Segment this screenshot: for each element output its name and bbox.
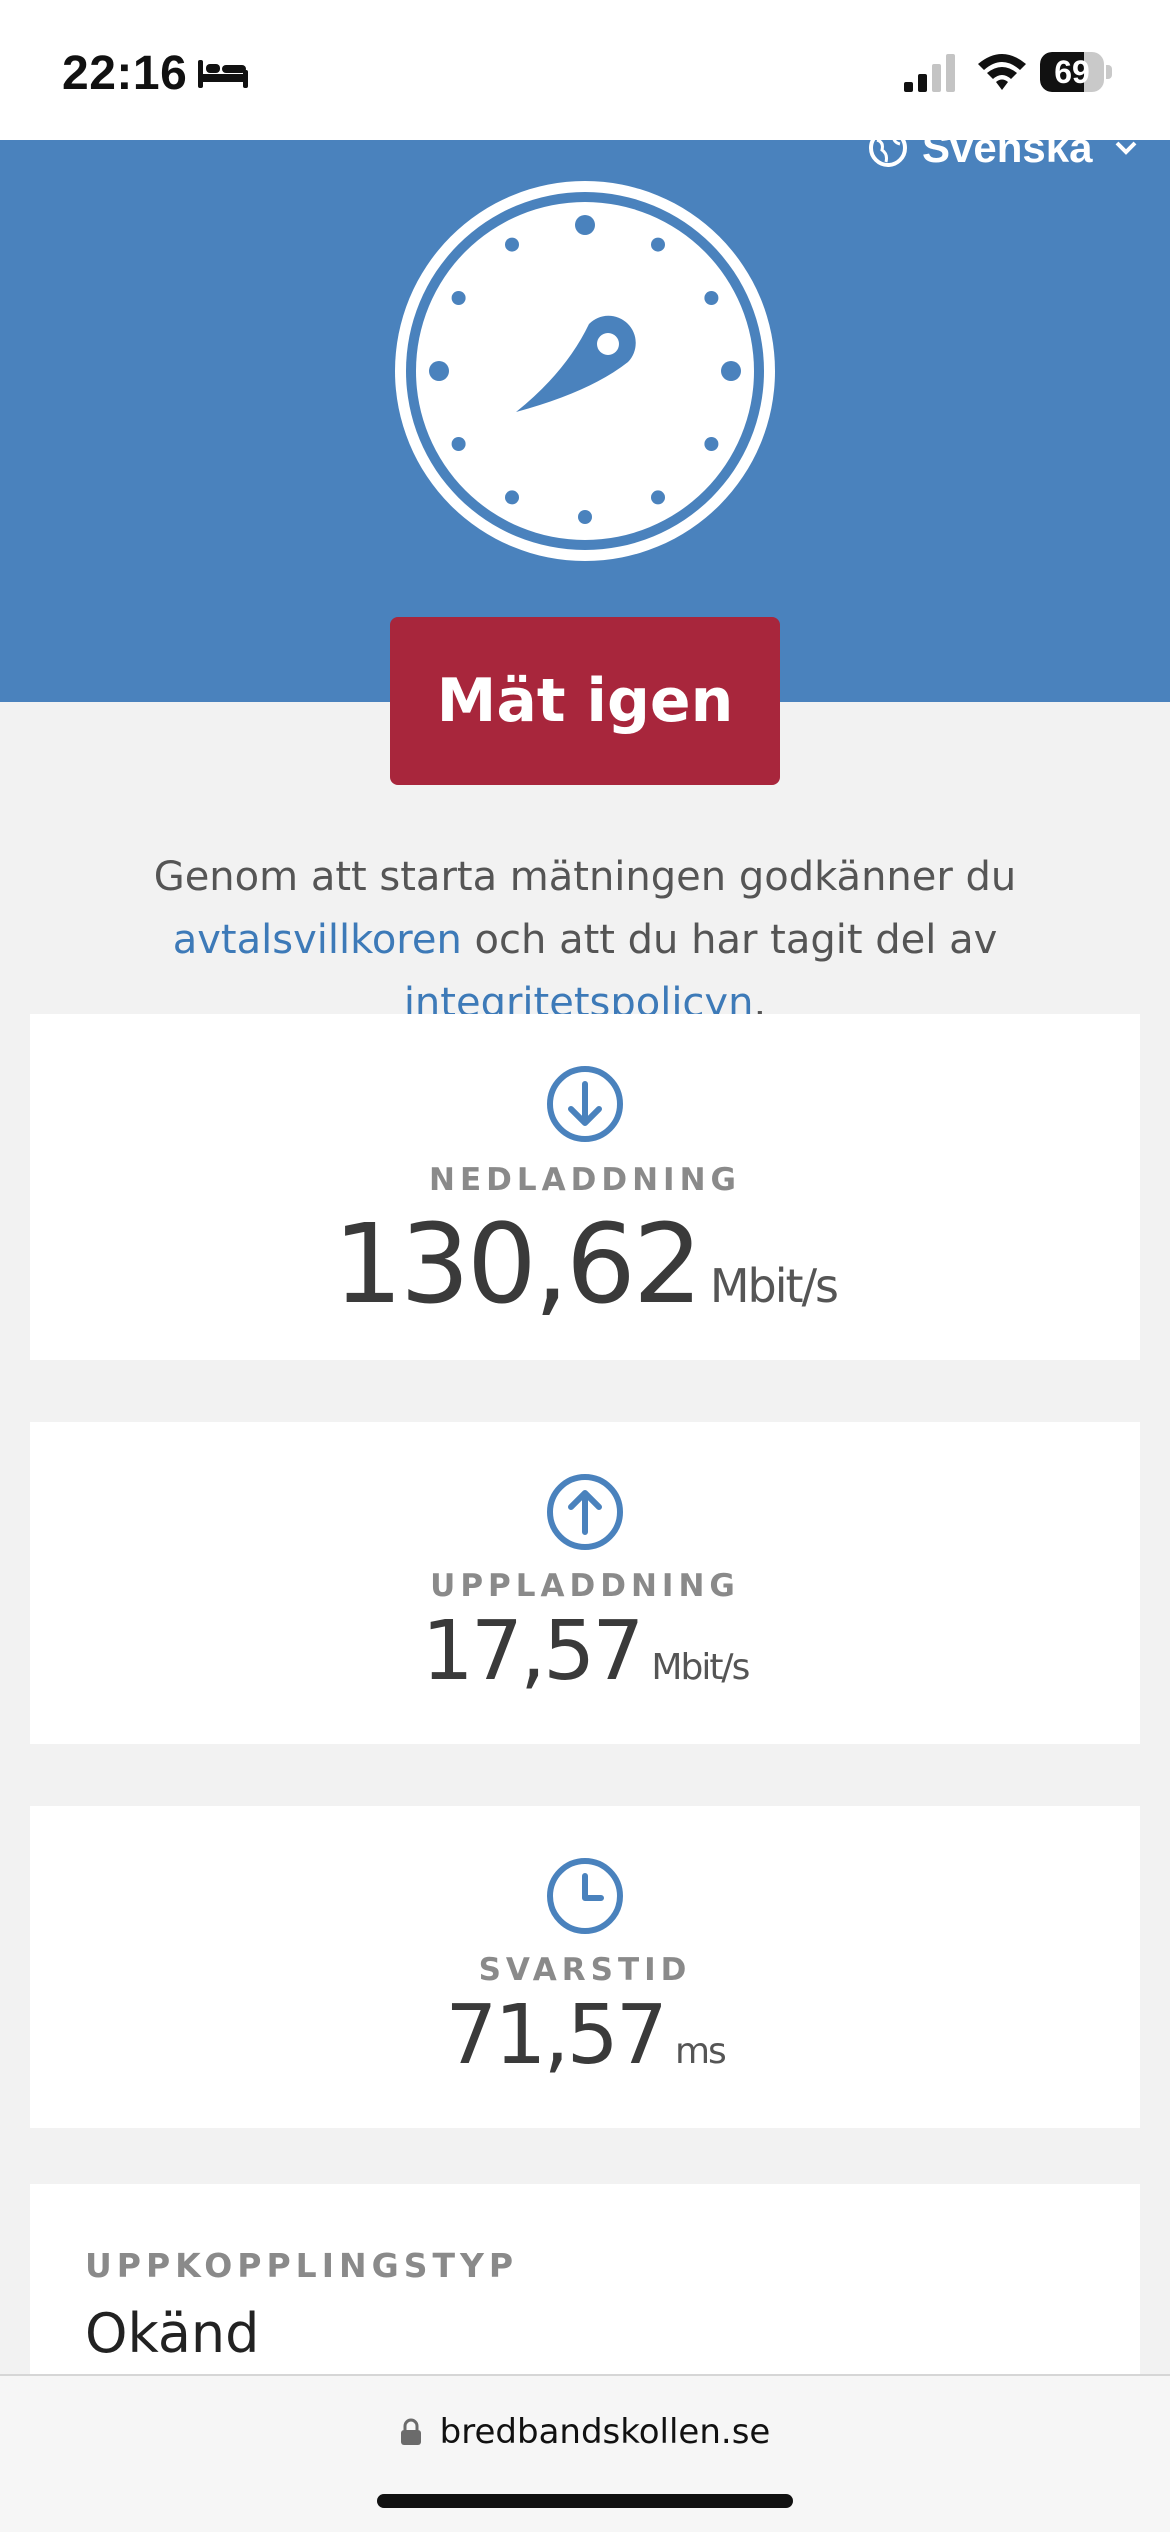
- arrow-up-circle-icon: [547, 1474, 623, 1550]
- terms-notice: Genom att starta mätningen godkänner du …: [60, 846, 1110, 1035]
- arrow-down-circle-icon: [547, 1066, 623, 1142]
- gauge-tick: [451, 291, 466, 305]
- language-selector[interactable]: Svenska: [868, 140, 1138, 178]
- upload-value: 17,57 Mbit/s: [30, 1604, 1140, 1699]
- gauge-tick: [451, 437, 466, 451]
- gauge-tick: [505, 490, 519, 505]
- language-label: Svenska: [922, 140, 1093, 171]
- measure-again-button[interactable]: Mät igen: [390, 617, 780, 785]
- download-number: 130,62: [332, 1200, 703, 1328]
- latency-label: SVARSTID: [478, 1952, 692, 1988]
- latency-card: SVARSTID 71,57 ms: [30, 1806, 1140, 2128]
- battery-icon: 69: [1040, 52, 1112, 92]
- chevron-down-icon: [1116, 141, 1137, 155]
- upload-number: 17,57: [421, 1604, 645, 1699]
- gauge-tick: [704, 437, 719, 451]
- download-value: 130,62 Mbit/s: [30, 1200, 1140, 1328]
- gauge-tick: [575, 215, 595, 235]
- connection-type-label: UPPKOPPLINGSTYP: [85, 2246, 519, 2285]
- clock-icon: [547, 1858, 623, 1934]
- connection-type-value: Okänd: [85, 2302, 260, 2365]
- gauge-tick: [651, 237, 665, 252]
- signal-icon: [904, 54, 955, 92]
- wifi-icon: [978, 54, 1026, 90]
- bed-icon: [198, 60, 248, 88]
- upload-unit: Mbit/s: [651, 1647, 750, 1688]
- download-unit: Mbit/s: [709, 1259, 839, 1313]
- download-label: NEDLADDNING: [429, 1162, 741, 1198]
- latency-value: 71,57 ms: [30, 1988, 1140, 2083]
- terms-prefix: Genom att starta mätningen godkänner du: [153, 854, 1017, 900]
- gauge-tick: [429, 361, 449, 381]
- terms-middle: och att du har tagit del av: [461, 917, 998, 963]
- speedometer-icon: [395, 181, 775, 561]
- battery-level: 69: [1054, 54, 1090, 90]
- status-time: 22:16: [62, 47, 188, 100]
- url-text: bredbandskollen.se: [439, 2412, 771, 2452]
- status-bar: 22:16 69: [0, 0, 1170, 140]
- gauge-tick: [704, 291, 719, 305]
- download-card: NEDLADDNING 130,62 Mbit/s: [30, 1014, 1140, 1360]
- gauge-tick: [721, 361, 741, 381]
- url-display[interactable]: bredbandskollen.se: [0, 2412, 1170, 2452]
- globe-icon: [869, 140, 907, 167]
- gauge-tick: [505, 237, 519, 252]
- lock-icon: [400, 2418, 421, 2445]
- upload-card: UPPLADDNING 17,57 Mbit/s: [30, 1422, 1140, 1744]
- browser-address-bar[interactable]: bredbandskollen.se: [0, 2374, 1170, 2532]
- latency-number: 71,57: [445, 1988, 668, 2083]
- terms-link[interactable]: avtalsvillkoren: [173, 917, 462, 963]
- latency-unit: ms: [674, 2031, 727, 2072]
- gauge-tick: [651, 490, 665, 505]
- home-indicator: [377, 2494, 793, 2508]
- upload-label: UPPLADDNING: [430, 1568, 740, 1604]
- gauge-tick: [578, 510, 592, 524]
